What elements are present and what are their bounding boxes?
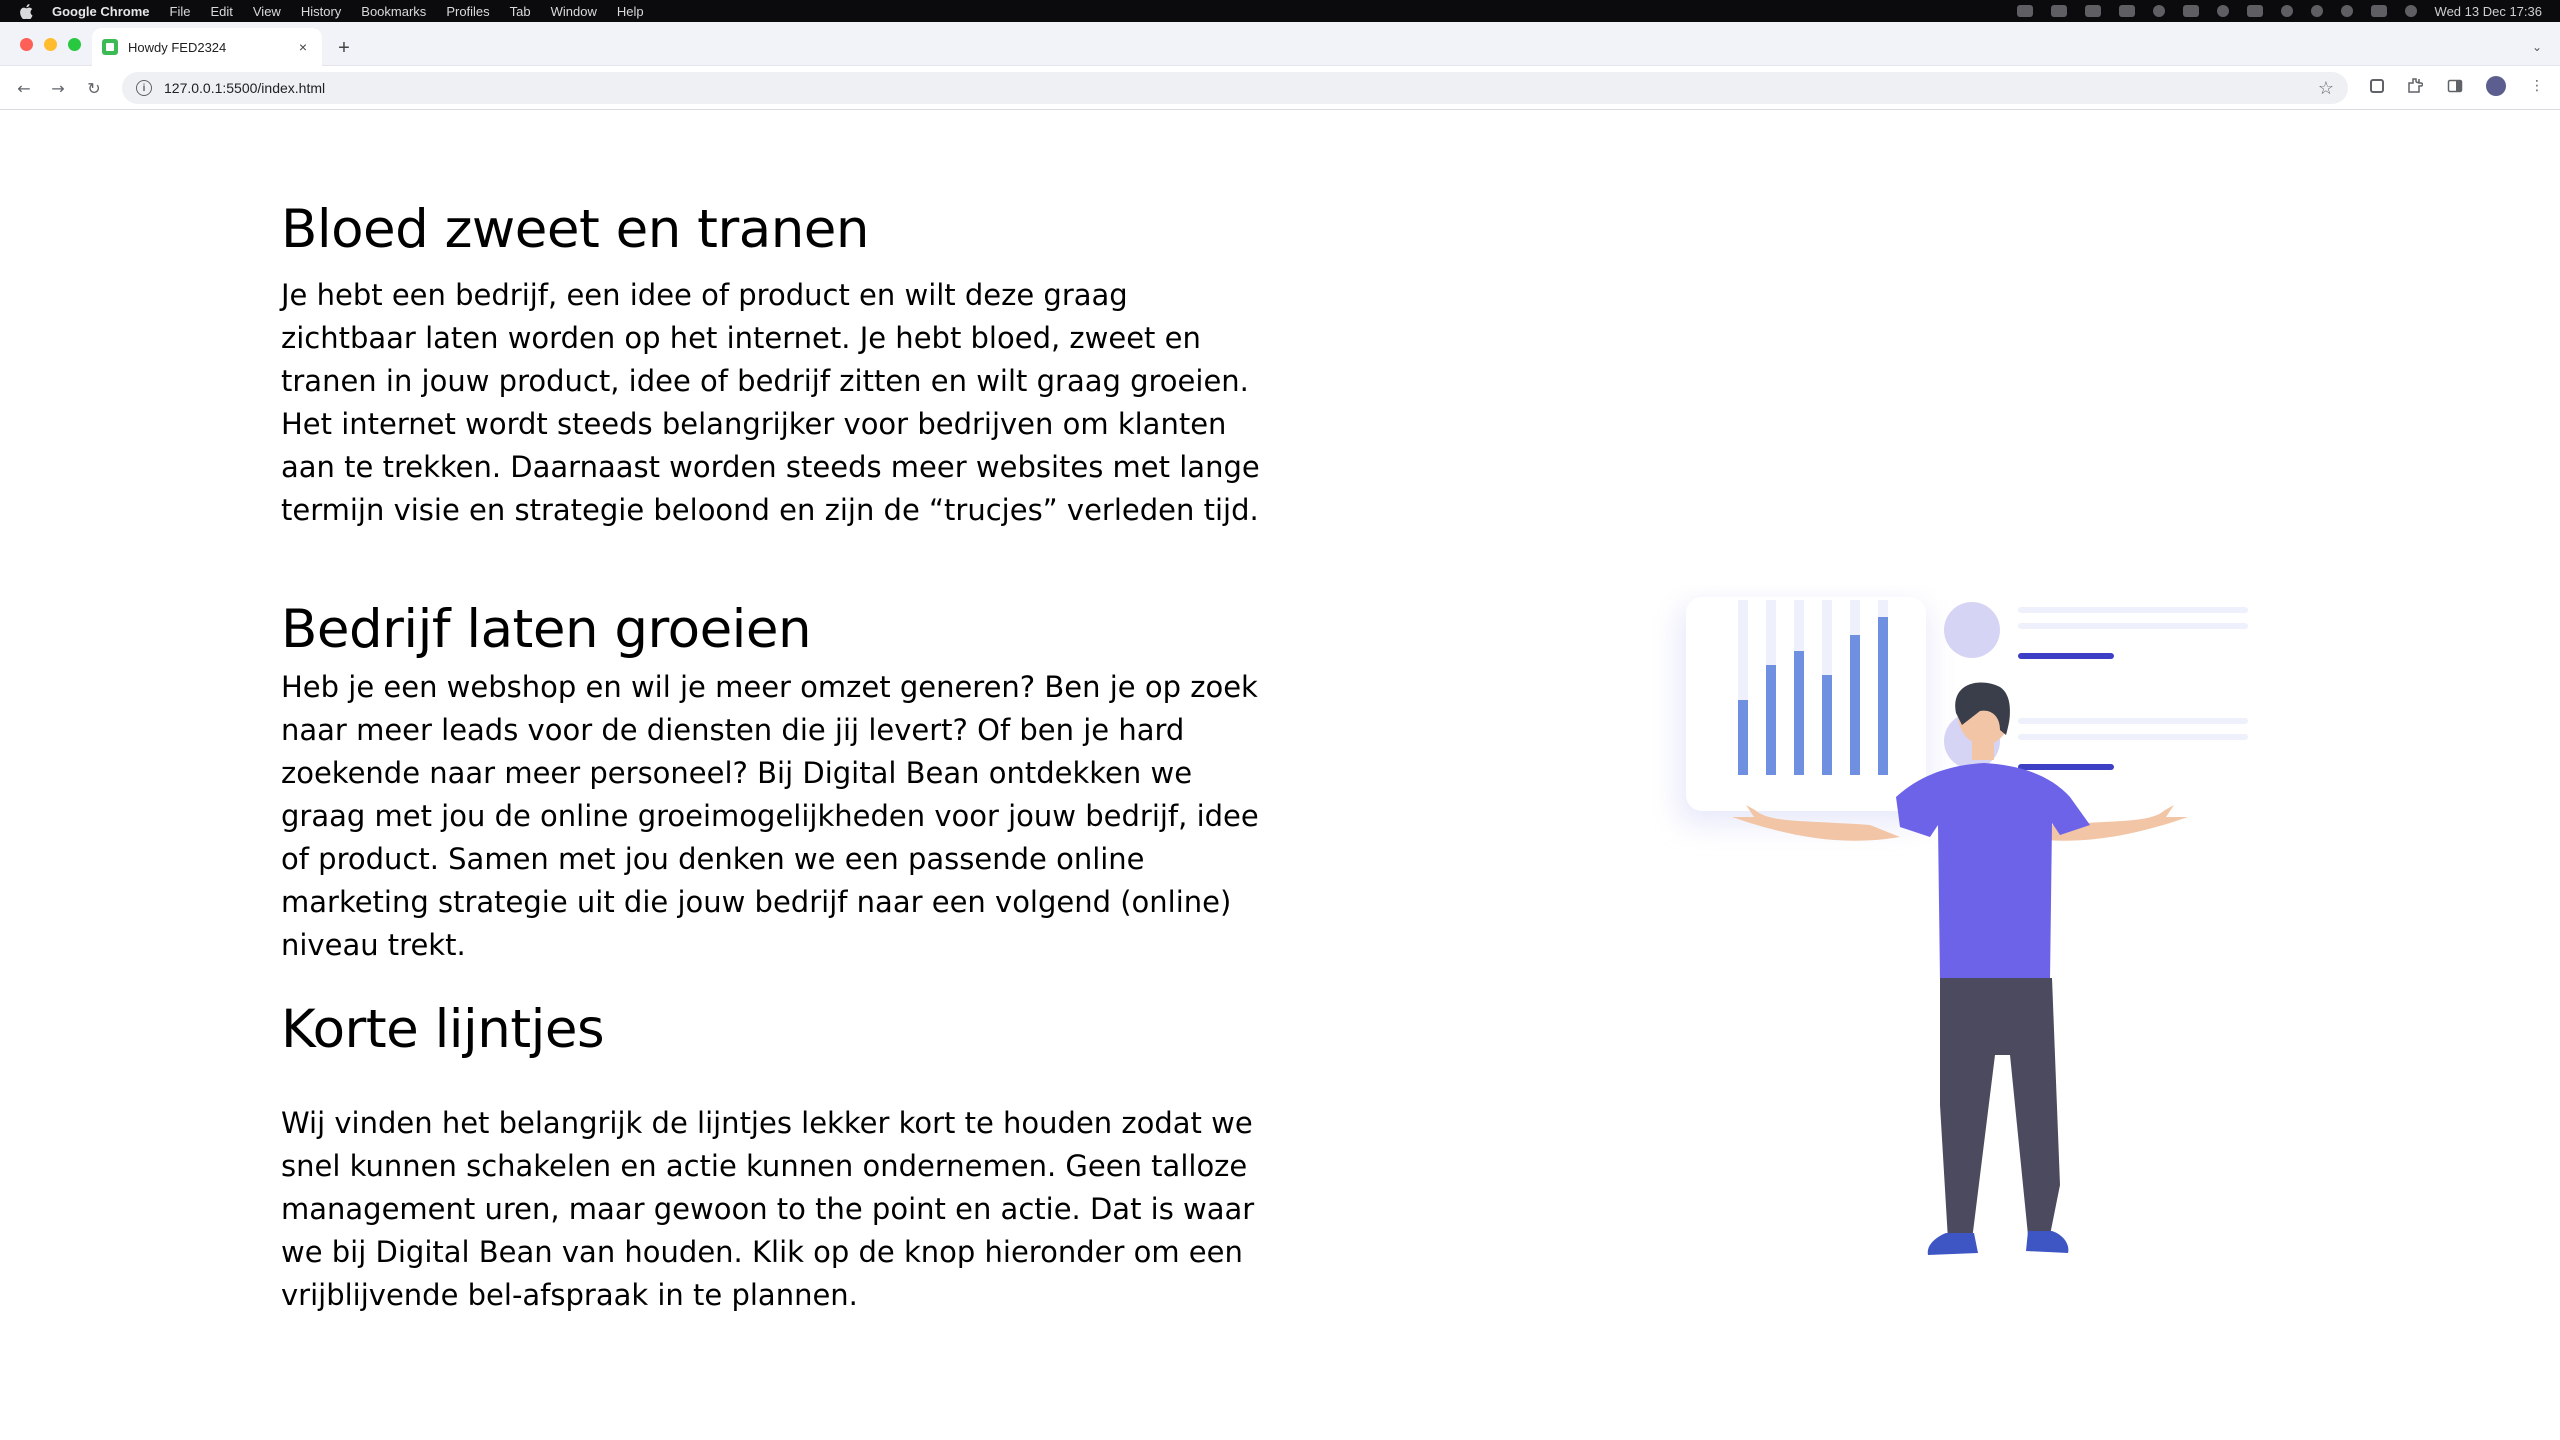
cloud-icon[interactable] [2016,5,2033,17]
apple-icon[interactable] [18,3,34,19]
browser-tab-strip: Howdy FED2324 × + ⌄ [0,22,2560,66]
section-korte-lijntjes: Korte lijntjes Wij vinden het belangrijk… [281,998,1271,1317]
play-icon[interactable] [2310,5,2323,17]
toggle-icon[interactable] [2182,5,2199,17]
tab-search-icon[interactable]: ⌄ [2528,38,2546,56]
side-panel-icon[interactable] [2446,77,2464,95]
profile-avatar[interactable] [2486,76,2506,96]
person-presenting-dashboard-illustration [1650,585,2270,1275]
new-tab-button[interactable]: + [332,36,356,60]
macos-menu-bar: Google Chrome File Edit View History Boo… [0,0,2560,22]
moon-icon[interactable] [2152,5,2165,17]
menu-help[interactable]: Help [617,4,644,19]
section-paragraph: Je hebt een bedrijf, een idee of product… [281,277,1260,527]
menu-edit[interactable]: Edit [210,4,232,19]
extension-icon[interactable] [2370,79,2384,93]
section-paragraph: Heb je een webshop en wil je meer omzet … [281,669,1259,962]
chrome-menu-icon[interactable]: ⋮ [2528,77,2546,95]
menu-file[interactable]: File [170,4,191,19]
menu-clock[interactable]: Wed 13 Dec 17:36 [2435,4,2542,19]
section-heading: Korte lijntjes [281,999,605,1060]
menu-window[interactable]: Window [551,4,597,19]
siri-icon[interactable] [2404,5,2417,17]
forward-button[interactable]: → [46,76,70,100]
section-heading: Bedrijf laten groeien [281,599,812,660]
site-info-icon[interactable]: i [136,80,152,96]
browser-toolbar: ← → ↻ i 127.0.0.1:5500/index.html ☆ ⋮ [0,66,2560,110]
tab-title: Howdy FED2324 [128,39,227,55]
menu-view[interactable]: View [253,4,281,19]
bluetooth-icon[interactable] [2216,5,2229,17]
dashboard-card [1686,597,1926,811]
extensions-puzzle-icon[interactable] [2406,77,2424,95]
section-paragraph: Wij vinden het belangrijk de lijntjes le… [281,1105,1255,1312]
menu-profiles[interactable]: Profiles [446,4,489,19]
menu-bookmarks[interactable]: Bookmarks [361,4,426,19]
spotlight-search-icon[interactable] [2340,5,2353,17]
tab-favicon-icon [102,39,118,55]
back-button[interactable]: ← [12,76,36,100]
menu-history[interactable]: History [301,4,341,19]
tab-close-icon[interactable]: × [294,38,312,56]
battery-icon[interactable] [2246,5,2263,17]
display-icon[interactable] [2084,5,2101,17]
section-bedrijf-groeien: Bedrijf laten groeien Heb je een webshop… [281,598,1271,967]
bookmark-star-icon[interactable]: ☆ [2318,78,2334,99]
cloud-sync-icon[interactable] [2118,5,2135,17]
address-bar[interactable]: i 127.0.0.1:5500/index.html ☆ [122,72,2348,104]
control-center-icon[interactable] [2370,5,2387,17]
menu-status-area: Wed 13 Dec 17:36 [2016,4,2542,19]
zoom-window-button[interactable] [68,38,81,51]
wifi-icon[interactable] [2280,5,2293,17]
toolbar-actions: ⋮ [2370,76,2546,96]
menu-tab[interactable]: Tab [510,4,531,19]
network-icon[interactable] [2050,5,2067,17]
section-bloed-zweet: Bloed zweet en tranen Je hebt een bedrij… [281,198,1271,532]
tab-howdy[interactable]: Howdy FED2324 × [92,28,322,66]
reload-button[interactable]: ↻ [82,76,106,100]
section-heading: Bloed zweet en tranen [281,199,870,260]
menu-app-name[interactable]: Google Chrome [52,4,150,19]
close-window-button[interactable] [20,38,33,51]
minimize-window-button[interactable] [44,38,57,51]
window-controls [20,38,81,51]
address-url[interactable]: 127.0.0.1:5500/index.html [164,80,2318,96]
